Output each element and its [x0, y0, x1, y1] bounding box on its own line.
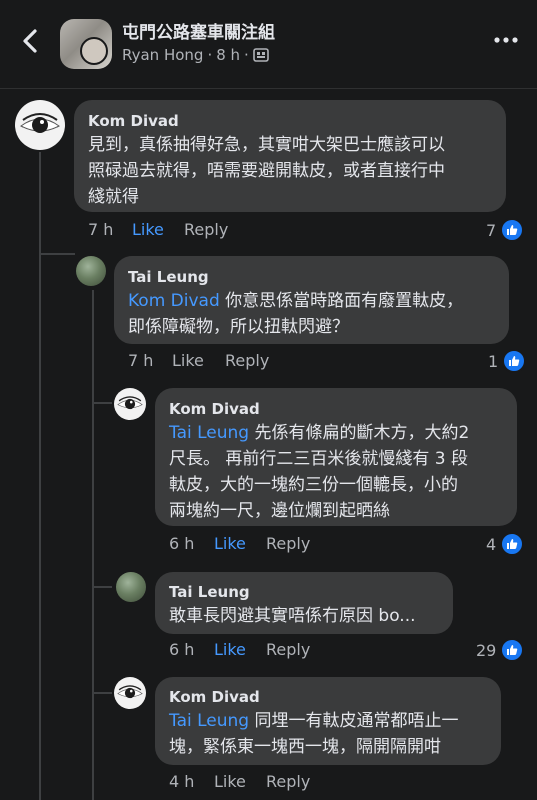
- comment-text: 敢車長閃避其實唔係冇原因 bo...: [169, 603, 451, 629]
- comment-time[interactable]: 4 h: [169, 772, 214, 791]
- comment-line: Tai Leung 同埋一有軚皮通常都唔止一: [169, 708, 499, 734]
- comment-actions: 7 h Like Reply: [128, 351, 269, 370]
- comment-time[interactable]: 7 h: [128, 351, 172, 370]
- commenter-name[interactable]: Kom Divad: [169, 400, 260, 418]
- reaction-number: 29: [476, 640, 497, 660]
- avatar[interactable]: [114, 677, 146, 709]
- thread-branch: [92, 402, 112, 404]
- like-reaction-icon: [500, 638, 525, 662]
- post-header: 屯門公路塞車關注組 Ryan Hong · 8 h ·: [0, 0, 537, 88]
- header-divider: [0, 88, 537, 89]
- comment-line: 敢車長閃避其實唔係冇原因 bo...: [169, 606, 416, 626]
- avatar[interactable]: [15, 100, 65, 150]
- comment-line: 照碌過去就得，唔需要避開軚皮，或者直接行中: [88, 161, 445, 181]
- like-button[interactable]: Like: [214, 640, 266, 659]
- reaction-count[interactable]: 7: [486, 218, 525, 242]
- like-button[interactable]: Like: [214, 534, 266, 553]
- avatar[interactable]: [116, 572, 146, 602]
- comment-line-text: 先係有條扁的斷木方，大約2: [249, 423, 470, 443]
- commenter-name[interactable]: Kom Divad: [169, 688, 260, 706]
- thread-branch: [39, 253, 75, 255]
- comment-bubble: Tai Leung Kom Divad 你意思係當時路面有廢置軚皮， 即係障礙物…: [114, 256, 509, 344]
- comment-time[interactable]: 6 h: [169, 640, 214, 659]
- post-time[interactable]: 8 h: [216, 46, 240, 64]
- comment-line: 即係障礙物，所以扭軚閃避？: [128, 317, 349, 337]
- comment-bubble: Tai Leung 敢車長閃避其實唔係冇原因 bo...: [155, 572, 453, 634]
- comment-time[interactable]: 7 h: [88, 220, 132, 239]
- comment-line: 兩塊約一尺，邊位爛到起晒絲: [169, 501, 390, 521]
- commenter-name[interactable]: Tai Leung: [169, 583, 250, 601]
- reaction-count[interactable]: 1: [488, 349, 527, 373]
- comment-actions: 6 h Like Reply: [169, 534, 310, 553]
- reaction-number: 7: [486, 220, 497, 240]
- thread-branch: [92, 692, 112, 694]
- eye-avatar-icon: [117, 685, 143, 699]
- reaction-number: 1: [488, 351, 499, 371]
- comment-bubble: Kom Divad Tai Leung 同埋一有軚皮通常都唔止一 塊，緊係東一塊…: [155, 677, 501, 765]
- back-arrow-icon[interactable]: [16, 26, 46, 56]
- comment-actions: 4 h Like Reply: [169, 772, 310, 791]
- like-button[interactable]: Like: [172, 351, 225, 370]
- commenter-name[interactable]: Tai Leung: [128, 268, 209, 286]
- comment-line: 軚皮，大的一塊約三份一個轆長，小的: [169, 475, 458, 495]
- like-reaction-icon: [500, 218, 525, 242]
- thread-line: [92, 290, 94, 800]
- comment-text: Tai Leung 先係有條扁的斷木方，大約2 尺長。 再前行二三百米後就慢綫有…: [169, 420, 514, 524]
- group-avatar[interactable]: [60, 19, 112, 69]
- comment-line: 見到，真係抽得好急，其實咁大架巴士應該可以: [88, 135, 445, 155]
- mention-link[interactable]: Kom Divad: [128, 291, 220, 311]
- comment-text: Kom Divad 你意思係當時路面有廢置軚皮， 即係障礙物，所以扭軚閃避？: [128, 288, 503, 340]
- reply-button[interactable]: Reply: [266, 534, 310, 553]
- comment-text: Tai Leung 同埋一有軚皮通常都唔止一 塊，緊係東一塊西一塊，隔開隔開咁: [169, 708, 499, 760]
- separator-2: ·: [244, 46, 249, 64]
- comment-actions: 6 h Like Reply: [169, 640, 310, 659]
- like-reaction-icon: [502, 349, 527, 373]
- reply-button[interactable]: Reply: [184, 220, 228, 239]
- comment-line: 塊，緊係東一塊西一塊，隔開隔開咁: [169, 737, 441, 757]
- thread-branch: [92, 586, 112, 588]
- comment-line: Kom Divad 你意思係當時路面有廢置軚皮，: [128, 288, 503, 314]
- comment-line: 綫就得: [88, 187, 139, 207]
- post-meta: Ryan Hong · 8 h ·: [122, 46, 269, 64]
- comment-time[interactable]: 6 h: [169, 534, 214, 553]
- comment-actions: 7 h Like Reply: [88, 220, 228, 239]
- comment-text: 見到，真係抽得好急，其實咁大架巴士應該可以 照碌過去就得，唔需要避開軚皮，或者直…: [88, 132, 503, 210]
- reaction-count[interactable]: 29: [476, 638, 525, 662]
- commenter-name[interactable]: Kom Divad: [88, 112, 179, 130]
- reply-button[interactable]: Reply: [225, 351, 269, 370]
- group-privacy-icon: [253, 48, 269, 62]
- eye-avatar-icon: [117, 396, 143, 410]
- eye-avatar-icon: [20, 113, 60, 133]
- mention-link[interactable]: Tai Leung: [169, 711, 249, 731]
- reaction-count[interactable]: 4: [486, 532, 525, 556]
- avatar[interactable]: [114, 388, 146, 420]
- author-name[interactable]: Ryan Hong: [122, 46, 203, 64]
- like-reaction-icon: [500, 532, 525, 556]
- like-button[interactable]: Like: [132, 220, 184, 239]
- reaction-number: 4: [486, 534, 497, 554]
- like-button[interactable]: Like: [214, 772, 266, 791]
- comment-line: Tai Leung 先係有條扁的斷木方，大約2: [169, 420, 514, 446]
- thread-line: [39, 152, 41, 800]
- avatar[interactable]: [76, 256, 106, 286]
- group-title[interactable]: 屯門公路塞車關注組: [122, 18, 275, 43]
- reply-button[interactable]: Reply: [266, 640, 310, 659]
- mention-link[interactable]: Tai Leung: [169, 423, 249, 443]
- more-options-icon[interactable]: [493, 30, 519, 50]
- comment-line-text: 你意思係當時路面有廢置軚皮，: [219, 291, 464, 311]
- comment-bubble: Kom Divad Tai Leung 先係有條扁的斷木方，大約2 尺長。 再前…: [155, 388, 517, 526]
- comment-line: 尺長。 再前行二三百米後就慢綫有 3 段: [169, 449, 469, 469]
- separator: ·: [207, 46, 213, 64]
- comment-bubble: Kom Divad 見到，真係抽得好急，其實咁大架巴士應該可以 照碌過去就得，唔…: [74, 100, 506, 212]
- reply-button[interactable]: Reply: [266, 772, 310, 791]
- comment-line-text: 同埋一有軚皮通常都唔止一: [249, 711, 459, 731]
